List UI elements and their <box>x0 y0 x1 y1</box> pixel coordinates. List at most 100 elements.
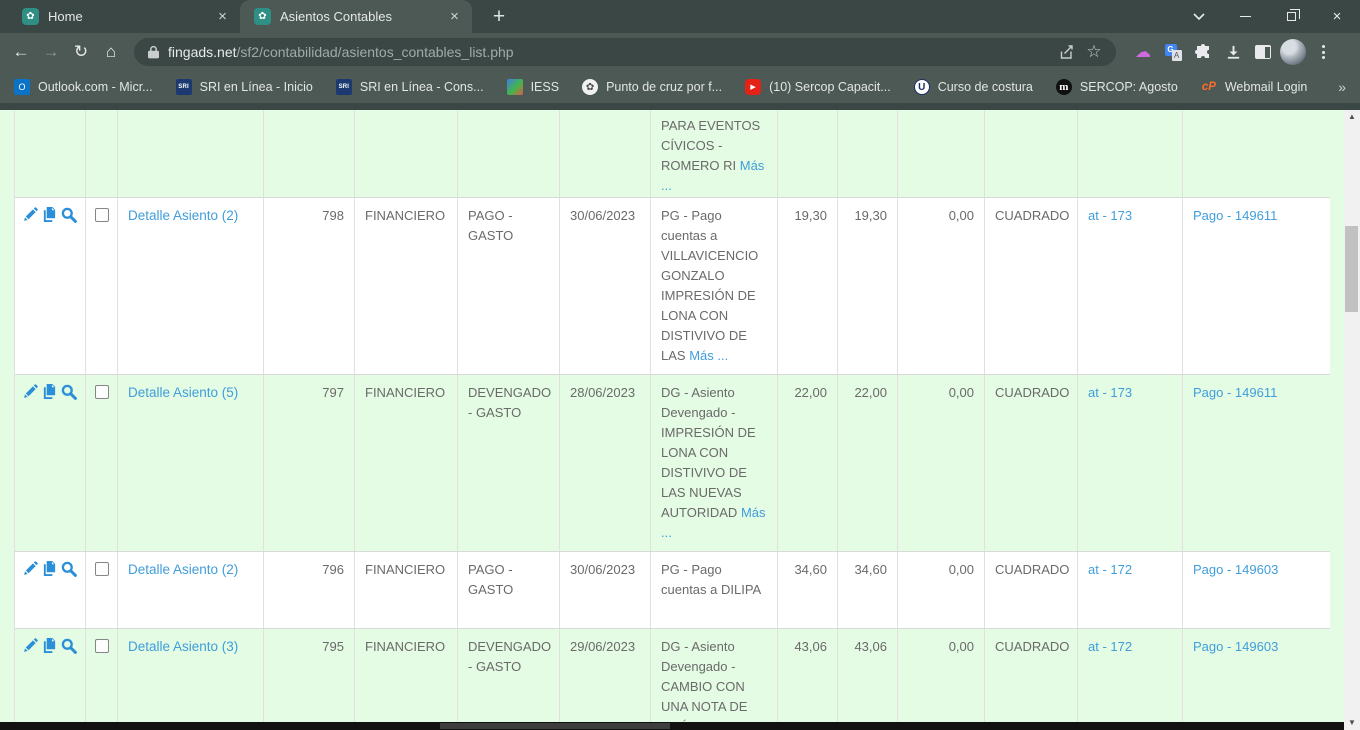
detalle-asiento-link[interactable]: Detalle Asiento (5) <box>128 385 238 400</box>
tab-strip: ✿Home×✿Asientos Contables× + × <box>0 0 1360 33</box>
home-icon[interactable]: ⌂ <box>96 37 126 67</box>
tab-close-icon[interactable]: × <box>445 7 464 26</box>
at-link[interactable]: at - 172 <box>1088 562 1132 577</box>
tab-close-icon[interactable]: × <box>213 7 232 26</box>
table-row-795: Detalle Asiento (3)795FINANCIERODEVENGAD… <box>15 629 1330 722</box>
close-button[interactable]: × <box>1314 0 1360 33</box>
new-tab-button[interactable]: + <box>484 2 514 32</box>
cell-diferencia: 0,00 <box>898 552 985 628</box>
asientos-table: PARA EVENTOS CÍVICOS - ROMERO RI Más ...… <box>14 110 1330 722</box>
cell-diferencia: 0,00 <box>898 198 985 374</box>
bookmark-label: Punto de cruz por f... <box>606 80 722 94</box>
bookmark-label: Webmail Login <box>1225 80 1307 94</box>
curso-costura-icon: U <box>914 79 930 95</box>
back-icon[interactable]: ← <box>6 37 36 67</box>
detalle-asiento-link[interactable]: Detalle Asiento (2) <box>128 562 238 577</box>
copy-icon[interactable] <box>42 561 57 576</box>
tab-title: Home <box>48 9 213 24</box>
share-icon[interactable] <box>1052 39 1080 65</box>
pago-link[interactable]: Pago - 149611 <box>1193 208 1277 223</box>
copy-icon[interactable] <box>42 638 57 653</box>
scroll-down-arrow[interactable]: ▼ <box>1344 716 1360 730</box>
detalle-asiento-link[interactable]: Detalle Asiento (3) <box>128 639 238 654</box>
scroll-up-arrow[interactable]: ▲ <box>1344 110 1360 124</box>
cell-movimiento <box>458 110 560 197</box>
mas-link[interactable]: Más ... <box>661 158 764 193</box>
view-magnifier-icon[interactable] <box>61 638 77 654</box>
cell-checkbox <box>86 198 118 374</box>
bookmark-cpanel[interactable]: cPWebmail Login <box>1201 79 1307 95</box>
detalle-asiento-link[interactable]: Detalle Asiento (2) <box>128 208 238 223</box>
bookmark-sri[interactable]: SRISRI en Línea - Inicio <box>176 79 313 95</box>
cell-haber: 43,06 <box>838 629 898 722</box>
bookmark-star-icon[interactable]: ☆ <box>1080 39 1108 65</box>
pago-link[interactable]: Pago - 149603 <box>1193 562 1278 577</box>
bookmark-sercop[interactable]: mSERCOP: Agosto <box>1056 79 1178 95</box>
tab-asientos-contables[interactable]: ✿Asientos Contables× <box>240 0 472 33</box>
edit-pencil-icon[interactable] <box>23 207 38 222</box>
at-link[interactable]: at - 173 <box>1088 385 1132 400</box>
tab-home[interactable]: ✿Home× <box>8 0 240 33</box>
mas-link[interactable]: Más ... <box>689 348 728 363</box>
minimize-button[interactable] <box>1222 0 1268 33</box>
pago-link[interactable]: Pago - 149603 <box>1193 639 1278 654</box>
menu-dots-icon[interactable] <box>1308 37 1338 67</box>
mas-link[interactable]: Más ... <box>661 505 766 540</box>
view-magnifier-icon[interactable] <box>61 207 77 223</box>
row-checkbox[interactable] <box>95 562 109 576</box>
cell-haber: 19,30 <box>838 198 898 374</box>
bookmarks-overflow-chevron[interactable]: » <box>1338 79 1346 95</box>
at-link[interactable]: at - 172 <box>1088 639 1132 654</box>
cell-fecha: 29/06/2023 <box>560 629 651 722</box>
cell-at-ref: at - 173 <box>1078 198 1183 374</box>
row-checkbox[interactable] <box>95 208 109 222</box>
bookmark-label: SERCOP: Agosto <box>1080 80 1178 94</box>
bookmark-iess[interactable]: IESS <box>507 79 560 95</box>
bookmark-curso-costura[interactable]: UCurso de costura <box>914 79 1033 95</box>
side-panel-icon[interactable] <box>1248 37 1278 67</box>
window-controls: × <box>1176 0 1360 33</box>
cell-descripcion: DG - Asiento Devengado - CAMBIO CON UNA … <box>651 629 778 722</box>
bookmarks-bar: OOutlook.com - Micr... SRISRI en Línea - … <box>0 71 1360 103</box>
copy-icon[interactable] <box>42 384 57 399</box>
tab-search-chevron-icon[interactable] <box>1176 0 1222 33</box>
copy-icon[interactable] <box>42 207 57 222</box>
view-magnifier-icon[interactable] <box>61 384 77 400</box>
cell-at-ref: at - 172 <box>1078 629 1183 722</box>
bookmark-outlook[interactable]: OOutlook.com - Micr... <box>14 79 153 95</box>
horizontal-scrollbar-thumb[interactable] <box>440 723 670 729</box>
cloud-extension-icon[interactable]: ☁ <box>1128 37 1158 67</box>
bookmark-sri[interactable]: SRISRI en Línea - Cons... <box>336 79 484 95</box>
profile-avatar[interactable] <box>1278 37 1308 67</box>
translate-extension-icon[interactable]: GA <box>1158 37 1188 67</box>
view-magnifier-icon[interactable] <box>61 561 77 577</box>
row-checkbox[interactable] <box>95 639 109 653</box>
restore-button[interactable] <box>1268 0 1314 33</box>
row-checkbox[interactable] <box>95 385 109 399</box>
cell-fecha: 28/06/2023 <box>560 375 651 551</box>
address-bar[interactable]: fingads.net/sf2/contabilidad/asientos_co… <box>134 38 1116 66</box>
horizontal-scrollbar[interactable] <box>0 722 1344 730</box>
downloads-icon[interactable] <box>1218 37 1248 67</box>
at-link[interactable]: at - 173 <box>1088 208 1132 223</box>
tab-strip-tabs: ✿Home×✿Asientos Contables× <box>0 0 472 33</box>
row-actions <box>15 375 86 551</box>
edit-pencil-icon[interactable] <box>23 638 38 653</box>
edit-pencil-icon[interactable] <box>23 561 38 576</box>
cell-fecha <box>560 110 651 197</box>
vertical-scrollbar-thumb[interactable] <box>1345 226 1358 312</box>
outlook-icon: O <box>14 79 30 95</box>
bookmark-youtube[interactable]: ▶(10) Sercop Capacit... <box>745 79 891 95</box>
cell-checkbox <box>86 110 118 197</box>
cell-pago-ref <box>1183 110 1330 197</box>
pago-link[interactable]: Pago - 149611 <box>1193 385 1277 400</box>
cell-tipo: FINANCIERO <box>355 552 458 628</box>
bookmark-punto-de-cruz[interactable]: ✿Punto de cruz por f... <box>582 79 722 95</box>
cell-haber <box>838 110 898 197</box>
cell-checkbox <box>86 629 118 722</box>
vertical-scrollbar[interactable]: ▲ ▼ <box>1344 110 1360 730</box>
forward-icon[interactable]: → <box>36 37 66 67</box>
reload-icon[interactable]: ↻ <box>66 37 96 67</box>
extensions-puzzle-icon[interactable] <box>1188 37 1218 67</box>
edit-pencil-icon[interactable] <box>23 384 38 399</box>
